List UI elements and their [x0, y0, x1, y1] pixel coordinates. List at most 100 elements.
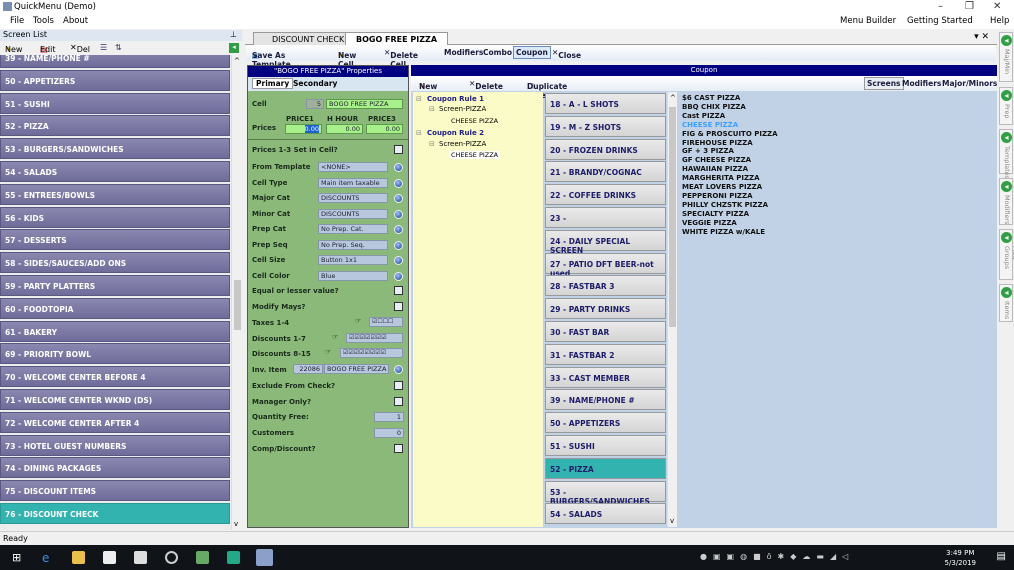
screen-list-item[interactable]: 71 - WELCOME CENTER WKND (DS) — [0, 389, 230, 410]
side-tab[interactable]: ◂ Mod Groups — [999, 229, 1014, 280]
screen-item[interactable]: CHEESE PIZZA — [682, 121, 738, 129]
taxes-checkboxes[interactable]: ☑☐☐☐ — [369, 317, 403, 327]
field-value[interactable]: Button 1x1 — [318, 255, 388, 265]
menu-tools[interactable]: Tools — [33, 16, 54, 26]
sort-icon[interactable]: ⇅ — [115, 43, 122, 52]
edit-discounts-icon[interactable]: ☞ — [325, 348, 331, 356]
tab-bogo-free-pizza[interactable]: BOGO FREE PIZZA — [345, 32, 449, 45]
notifications-icon[interactable]: ▤ — [997, 551, 1006, 562]
search-icon[interactable] — [165, 551, 178, 564]
side-tab[interactable]: ◂ Items — [999, 284, 1013, 322]
tab-secondary[interactable]: Secondary — [293, 79, 337, 88]
screen-item[interactable]: SPECIALTY PIZZA — [682, 210, 749, 218]
comp-discount-checkbox[interactable] — [394, 444, 403, 453]
field-select-button[interactable] — [394, 209, 403, 219]
prices-set-checkbox[interactable] — [394, 145, 403, 154]
screen-list-item[interactable]: 60 - FOODTOPIA — [0, 297, 230, 319]
screen-item[interactable]: FIREHOUSE PIZZA — [682, 139, 753, 147]
field-value[interactable]: DISCOUNTS — [318, 208, 388, 219]
close-window-button[interactable]: ✕ — [993, 1, 1001, 12]
screen-item[interactable]: BBQ CHIX PIZZA — [682, 103, 746, 111]
coupon-button[interactable]: Coupon — [513, 46, 551, 59]
screen-item[interactable]: GF + 3 PIZZA — [682, 147, 734, 155]
file-explorer-icon[interactable] — [72, 551, 85, 564]
screen-list-item[interactable]: 70 - WELCOME CENTER BEFORE 4 — [0, 366, 230, 388]
screen-list-item[interactable]: 51 - SUSHI — [0, 92, 230, 114]
screen-button[interactable]: 28 - FASTBAR 3 — [545, 275, 666, 297]
screen-list-item[interactable]: 59 - PARTY PLATTERS — [0, 275, 230, 296]
tab-modifiers[interactable]: Modifiers — [902, 79, 941, 88]
screen-item[interactable]: MEAT LOVERS PIZZA — [682, 183, 762, 191]
screen-list-item[interactable]: 74 - DINING PACKAGES — [0, 457, 230, 479]
help-link[interactable]: Help — [990, 16, 1009, 26]
inv-item-select-button[interactable] — [394, 365, 403, 374]
collapse-icon[interactable]: ⊟ — [429, 140, 435, 148]
tree-screen-2[interactable]: Screen-PIZZA — [439, 140, 486, 148]
app-icon[interactable] — [196, 551, 209, 564]
collapse-icon[interactable]: ◂ — [229, 43, 239, 53]
screen-button[interactable]: 22 - COFFEE DRINKS — [545, 184, 666, 206]
minimize-button[interactable]: – — [938, 1, 943, 12]
screen-button[interactable]: 21 - BRANDY/COGNAC — [545, 161, 666, 183]
screen-list-item[interactable]: 57 - DESSERTS — [0, 229, 230, 251]
screen-buttons-scrollbar[interactable]: ^ v — [667, 92, 677, 527]
screen-item[interactable]: Cast PIZZA — [682, 112, 725, 120]
store-icon[interactable] — [103, 551, 116, 564]
tree-screen-1[interactable]: Screen-PIZZA — [439, 105, 486, 113]
field-value[interactable]: <NONE> — [318, 162, 388, 172]
screen-item[interactable]: GF CHEESE PIZZA — [682, 156, 751, 164]
screen-button[interactable]: 33 - CAST MEMBER — [545, 366, 666, 388]
collapse-icon[interactable]: ⊟ — [416, 95, 422, 103]
windows-start-icon[interactable]: ⊞ — [12, 551, 25, 564]
field-select-button[interactable] — [394, 256, 403, 265]
screen-button[interactable]: 23 - — [545, 207, 666, 228]
cell-name-input[interactable]: BOGO FREE PIZZA — [326, 99, 403, 109]
modifiers-button[interactable]: Modifiers — [444, 48, 483, 57]
field-select-button[interactable] — [394, 271, 403, 281]
collapse-icon[interactable]: ⊟ — [429, 105, 435, 113]
screen-button[interactable]: 51 - SUSHI — [545, 435, 666, 456]
tree-item-1[interactable]: CHEESE PIZZA — [451, 117, 498, 125]
field-value[interactable]: No Prep. Cat. — [318, 224, 388, 234]
calculator-icon[interactable] — [227, 551, 240, 564]
screen-button[interactable]: 29 - PARTY DRINKS — [545, 298, 666, 320]
field-value[interactable]: DISCOUNTS — [318, 193, 388, 203]
field-value[interactable]: Main item taxable — [318, 177, 388, 188]
combo-button[interactable]: Combo — [483, 48, 512, 57]
pin-icon[interactable]: ⊥ — [230, 30, 237, 39]
field-select-button[interactable] — [394, 163, 403, 172]
manager-only-checkbox[interactable] — [394, 397, 403, 406]
screen-list-item[interactable]: 53 - BURGERS/SANDWICHES — [0, 138, 230, 160]
side-tab[interactable]: ◂ Modifiers — [999, 178, 1013, 225]
discounts-1-7-checkboxes[interactable]: ☑☑☑☑☑☑☑ — [346, 333, 403, 343]
screen-list-item[interactable]: 76 - DISCOUNT CHECK — [0, 503, 230, 524]
screen-item[interactable]: FIG & PROSCUITO PIZZA — [682, 130, 778, 138]
field-select-button[interactable] — [394, 225, 403, 234]
price3-input[interactable]: 0.00 — [366, 124, 403, 134]
screen-button[interactable]: 18 - A - L SHOTS — [545, 93, 666, 114]
close-button[interactable]: ✕ Close — [552, 48, 581, 60]
screen-item[interactable]: WHITE PIZZA w/KALE — [682, 228, 765, 236]
screen-button[interactable]: 27 - PATIO DFT BEER-not used — [545, 252, 666, 278]
system-tray-icons[interactable]: ●▣▣◍■ō✱◆☁▬◢◁ — [700, 552, 854, 561]
collapse-icon[interactable]: ⊟ — [416, 129, 422, 137]
screen-button[interactable]: 20 - FROZEN DRINKS — [545, 138, 666, 160]
delete-cell-button[interactable]: ✕ Delete Cell — [384, 48, 418, 69]
screen-item[interactable]: HAWAIIAN PIZZA — [682, 165, 748, 173]
customers-input[interactable]: 0 — [374, 428, 404, 438]
tab-primary[interactable]: Primary — [252, 78, 294, 89]
screen-button[interactable]: 24 - DAILY SPECIAL SCREEN — [545, 229, 666, 255]
field-value[interactable]: No Prep. Seq. — [318, 239, 388, 250]
screen-item[interactable]: $6 CAST PIZZA — [682, 94, 740, 102]
screen-button[interactable]: 30 - FAST BAR — [545, 321, 666, 342]
edit-taxes-icon[interactable]: ☞ — [355, 317, 361, 325]
delete-rule-button[interactable]: ✕ Delete Rule — [469, 79, 503, 100]
screen-list-item[interactable]: 39 - NAME/PHONE # — [0, 55, 230, 68]
maximize-button[interactable]: ❐ — [965, 1, 974, 12]
screen-item[interactable]: PHILLY CHZSTK PIZZA — [682, 201, 768, 209]
exclude-checkbox[interactable] — [394, 381, 403, 390]
screen-list-item[interactable]: 72 - WELCOME CENTER AFTER 4 — [0, 411, 230, 433]
screen-list-item[interactable]: 69 - PRIORITY BOWL — [0, 343, 230, 365]
edit-discounts-icon[interactable]: ☞ — [332, 333, 338, 341]
screen-item[interactable]: VEGGIE PIZZA — [682, 219, 737, 227]
